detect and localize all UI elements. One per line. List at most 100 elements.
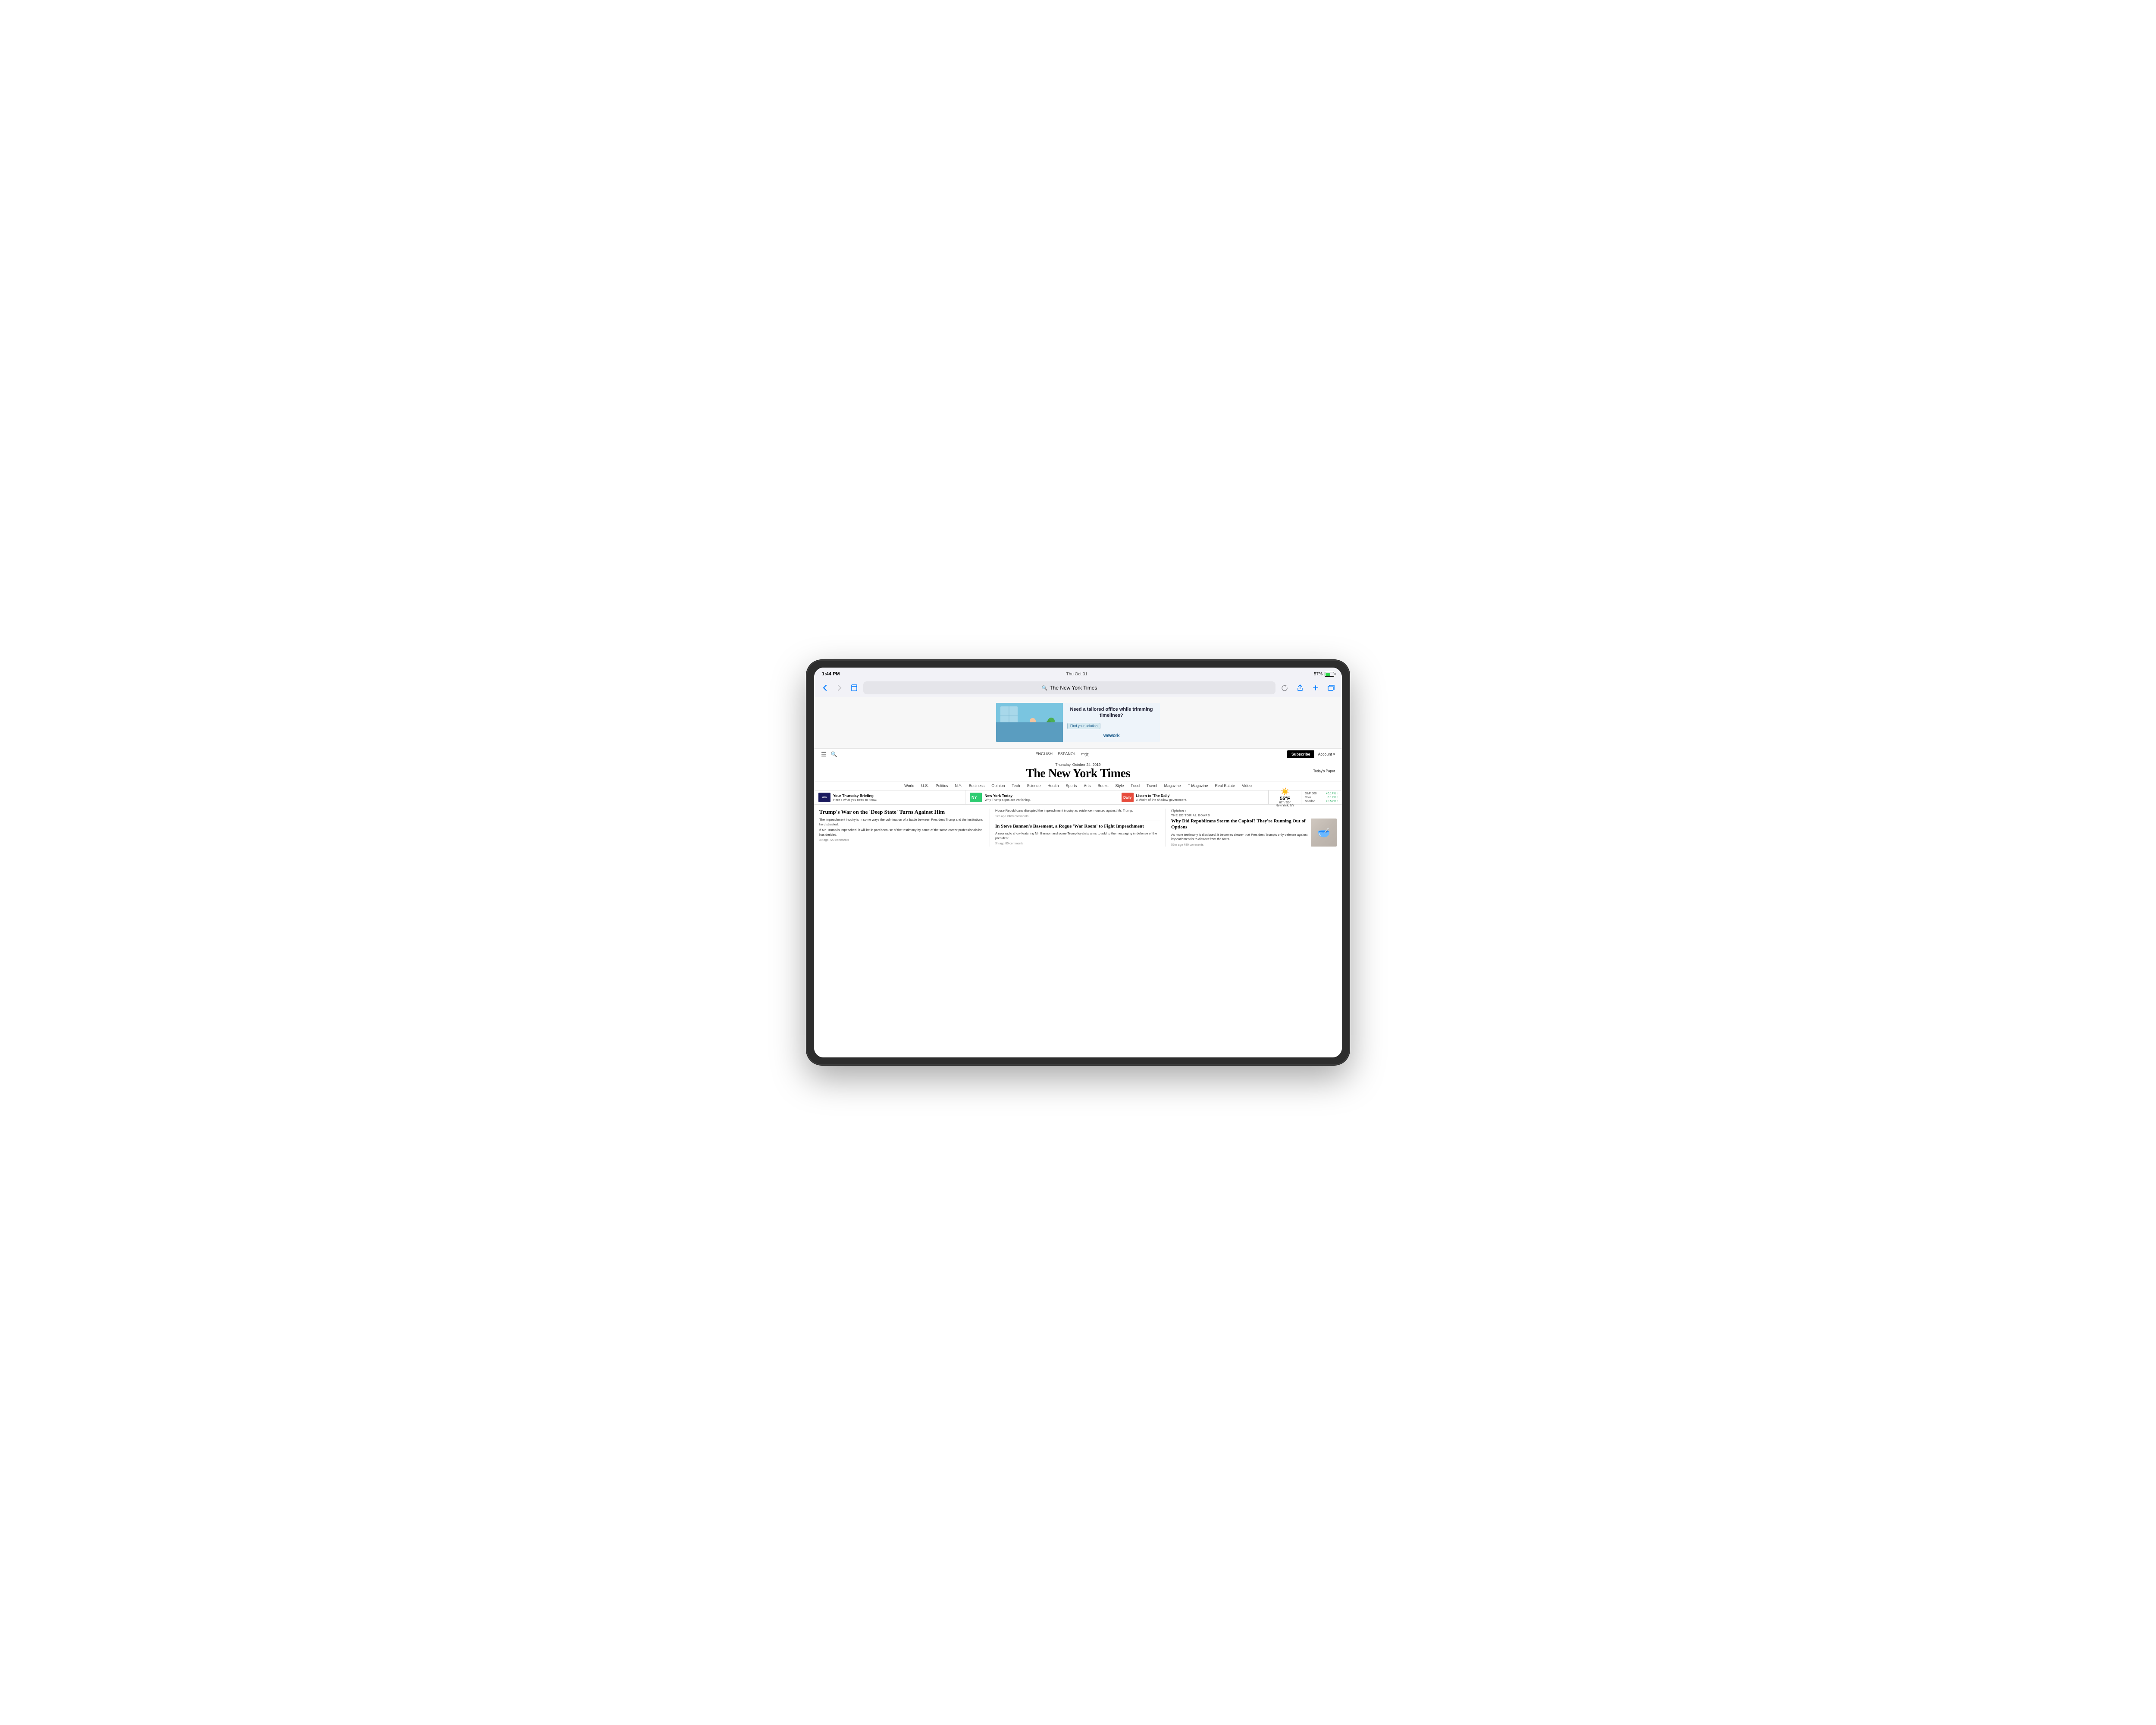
search-icon-nyt[interactable]: 🔍 [831, 751, 837, 757]
stock-sp500: S&P 500 +0.14% ↑ [1305, 792, 1338, 795]
hamburger-icon[interactable]: ☰ [821, 751, 827, 758]
opinion-photo-image [1311, 819, 1337, 847]
nav-world[interactable]: World [904, 784, 914, 788]
nav-tech[interactable]: Tech [1012, 784, 1020, 788]
article-2-lead: House Republicans disrupted the impeachm… [995, 809, 1160, 813]
briefings-section: am Your Thursday Briefing Here's what yo… [814, 790, 1342, 805]
account-button[interactable]: Account ▾ [1318, 752, 1335, 757]
article-1-body: The impeachment inquiry is in some ways … [819, 818, 984, 837]
briefing-text-daily: Listen to 'The Daily' A victim of the sh… [1136, 794, 1187, 802]
status-time: 1:44 PM [822, 671, 840, 677]
nav-travel[interactable]: Travel [1147, 784, 1157, 788]
ad-image [996, 703, 1063, 742]
nav-magazine[interactable]: Magazine [1164, 784, 1181, 788]
nyt-header-bar: ☰ 🔍 ENGLISH ESPAÑOL 中文 Subscribe Account… [814, 748, 1342, 760]
nav-food[interactable]: Food [1131, 784, 1140, 788]
web-content: Need a tailored office while trimming ti… [814, 697, 1342, 1057]
battery-icon [1325, 672, 1334, 677]
article-2-meta-top: 12h ago 2460 comments [995, 815, 1160, 818]
nav-science[interactable]: Science [1027, 784, 1040, 788]
weather-temp: 55°F [1280, 796, 1290, 801]
briefing-thumb-am: am [818, 793, 830, 802]
nav-video[interactable]: Video [1242, 784, 1252, 788]
ad-banner[interactable]: Need a tailored office while trimming ti… [996, 703, 1160, 742]
stock-dow: Dow 0.12% ↑ [1305, 796, 1338, 799]
briefing-daily[interactable]: Daily Listen to 'The Daily' A victim of … [1117, 790, 1269, 804]
reload-button[interactable] [1279, 682, 1290, 693]
today-paper-link[interactable]: Today's Paper [1313, 769, 1335, 773]
new-tab-button[interactable] [1310, 682, 1321, 693]
bookmark-button[interactable] [849, 682, 860, 693]
nav-books[interactable]: Books [1097, 784, 1108, 788]
briefing-text-am: Your Thursday Briefing Here's what you n… [833, 794, 877, 802]
article-2-body: A new radio show featuring Mr. Bannon an… [995, 831, 1160, 841]
article-3-body: As more testimony is disclosed, it becom… [1171, 833, 1308, 842]
nav-us[interactable]: U.S. [921, 784, 929, 788]
nav-sports[interactable]: Sports [1065, 784, 1077, 788]
nav-realestate[interactable]: Real Estate [1215, 784, 1235, 788]
opinion-header[interactable]: Opinion › [1171, 809, 1337, 813]
nyt-masthead-wrapper: Thursday, October 24, 2019 The New York … [814, 760, 1342, 781]
tabs-button[interactable] [1326, 682, 1337, 693]
ad-headline: Need a tailored office while trimming ti… [1067, 706, 1156, 719]
status-date: Thu Oct 31 [1066, 672, 1087, 677]
briefing-ny[interactable]: NY New York Today Why Trump signs are va… [965, 790, 1117, 804]
nav-tmagazine[interactable]: T Magazine [1188, 784, 1208, 788]
briefing-title-daily: Listen to 'The Daily' [1136, 794, 1187, 798]
ipad-screen: 1:44 PM Thu Oct 31 57% 🔍 The New [814, 668, 1342, 1057]
ipad-device: 1:44 PM Thu Oct 31 57% 🔍 The New [806, 660, 1350, 1065]
ad-cta-button[interactable]: Find your solution [1067, 723, 1100, 729]
ios-status-bar: 1:44 PM Thu Oct 31 57% [814, 668, 1342, 680]
lang-english[interactable]: ENGLISH [1036, 752, 1053, 757]
briefing-desc-daily: A victim of the shadow government. [1136, 798, 1187, 802]
article-1-title[interactable]: Trump's War on the 'Deep State' Turns Ag… [819, 809, 984, 815]
back-button[interactable] [819, 682, 830, 693]
article-3-meta: 55m ago 480 comments [1171, 844, 1308, 847]
stock-sp500-change: +0.14% ↑ [1326, 792, 1338, 795]
svg-text:NY: NY [971, 795, 977, 800]
nav-politics[interactable]: Politics [936, 784, 948, 788]
battery-fill [1326, 673, 1330, 676]
nyt-header-right: Subscribe Account ▾ [1287, 750, 1335, 758]
weather-widget: ☀️ 55°F 67° / 50° New York, NY [1269, 790, 1301, 804]
briefing-title-ny: New York Today [984, 794, 1031, 798]
briefing-thumb-ny: NY [970, 793, 982, 802]
stock-ticker: S&P 500 +0.14% ↑ Dow 0.12% ↑ Nasdaq +0.5… [1301, 790, 1342, 804]
safari-toolbar: 🔍 The New York Times [814, 680, 1342, 697]
nyt-header-left: ☰ 🔍 [821, 751, 837, 758]
nyt-logo[interactable]: The New York Times [814, 768, 1342, 780]
article-2-meta-bottom: 3h ago 80 comments [995, 842, 1160, 845]
article-2-subtitle[interactable]: In Steve Bannon's Basement, a Rogue 'War… [995, 824, 1160, 830]
opinion-with-photo: Why Did Republicans Storm the Capitol? T… [1171, 819, 1337, 847]
nav-opinion[interactable]: Opinion [991, 784, 1005, 788]
main-content: Trump's War on the 'Deep State' Turns Ag… [814, 805, 1342, 847]
ad-text: Need a tailored office while trimming ti… [1063, 703, 1160, 742]
opinion-photo [1311, 819, 1337, 847]
nav-health[interactable]: Health [1047, 784, 1059, 788]
stock-sp500-name: S&P 500 [1305, 792, 1317, 795]
search-icon: 🔍 [1042, 685, 1048, 691]
lang-espanol[interactable]: ESPAÑOL [1058, 752, 1076, 757]
nyt-date: Thursday, October 24, 2019 [814, 762, 1342, 767]
status-right: 57% [1314, 672, 1334, 677]
briefings-bar: am Your Thursday Briefing Here's what yo… [814, 790, 1269, 804]
briefing-desc-am: Here's what you need to know. [833, 798, 877, 802]
stock-dow-name: Dow [1305, 796, 1311, 799]
weather-location: New York, NY [1275, 804, 1294, 807]
briefing-text-ny: New York Today Why Trump signs are vanis… [984, 794, 1031, 802]
address-bar[interactable]: 🔍 The New York Times [863, 681, 1275, 694]
forward-button[interactable] [834, 682, 845, 693]
article-3-title[interactable]: Why Did Republicans Storm the Capitol? T… [1171, 819, 1308, 831]
nav-arts[interactable]: Arts [1084, 784, 1091, 788]
subscribe-button[interactable]: Subscribe [1287, 750, 1315, 758]
ad-logo: wework [1067, 733, 1156, 738]
nav-ny[interactable]: N.Y. [955, 784, 962, 788]
weather-hi-lo: 67° / 50° [1279, 801, 1291, 804]
briefing-am[interactable]: am Your Thursday Briefing Here's what yo… [814, 790, 965, 804]
nav-business[interactable]: Business [969, 784, 985, 788]
nav-style[interactable]: Style [1115, 784, 1124, 788]
ad-illustration [996, 703, 1063, 742]
stock-nasdaq: Nasdaq +0.57% ↑ [1305, 800, 1338, 803]
lang-chinese[interactable]: 中文 [1081, 752, 1089, 757]
share-button[interactable] [1294, 682, 1306, 693]
